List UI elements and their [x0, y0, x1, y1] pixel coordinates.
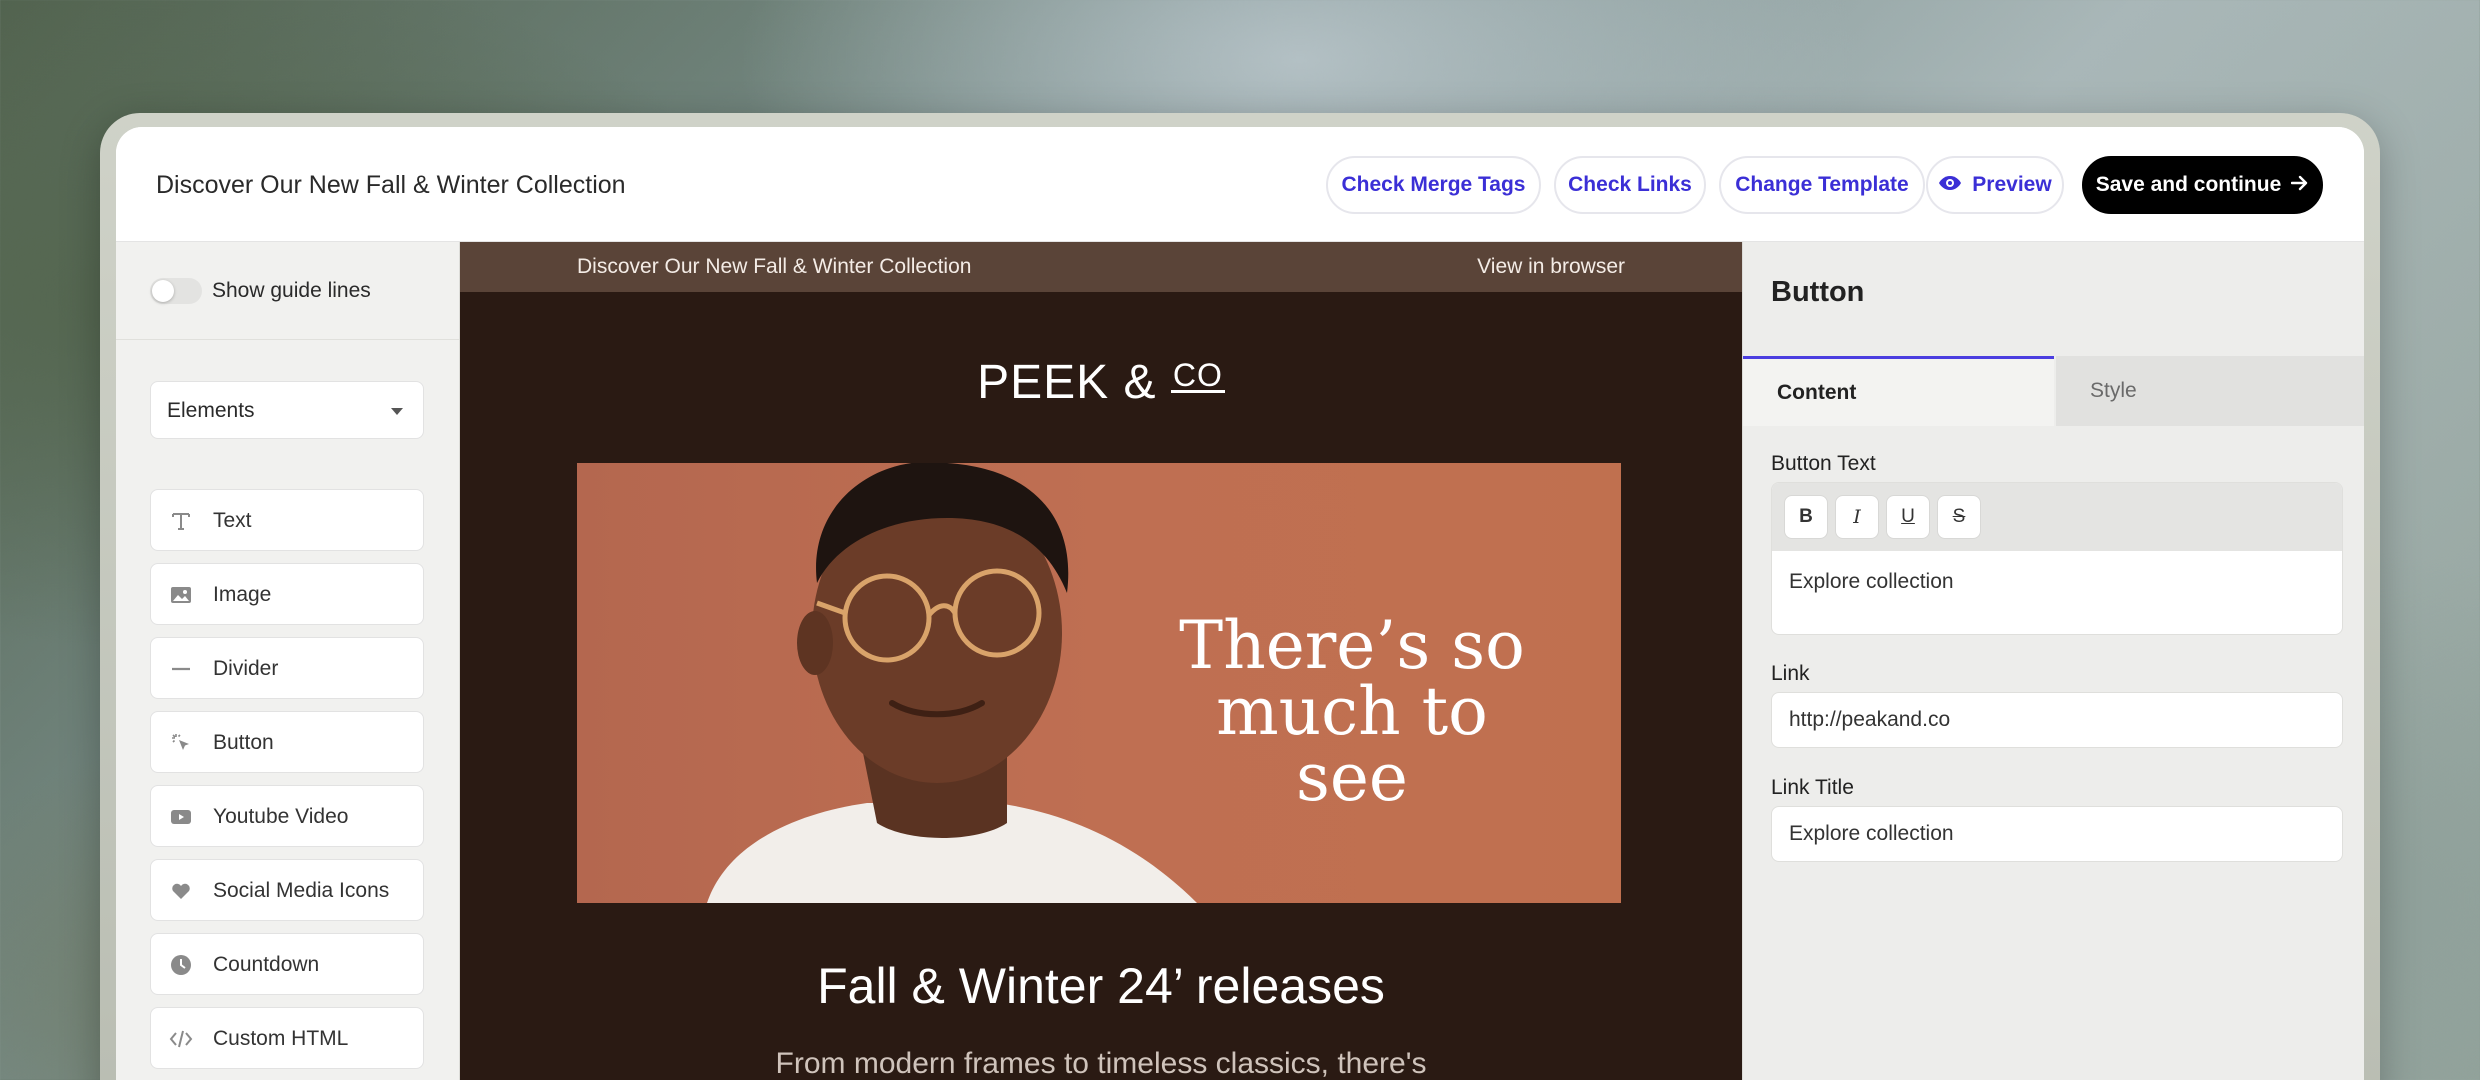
check-merge-tags-label: Check Merge Tags [1341, 173, 1526, 196]
element-label: Image [213, 583, 272, 606]
hero-headline: There’s so much to see [1152, 613, 1552, 811]
button-text-editor[interactable]: B I U S Explore collection [1771, 482, 2343, 635]
button-text-label: Button Text [1771, 452, 1876, 475]
change-template-label: Change Template [1735, 173, 1909, 196]
button-text-value[interactable]: Explore collection [1789, 570, 1954, 594]
image-icon [169, 583, 193, 607]
view-in-browser-link[interactable]: View in browser [1477, 255, 1625, 279]
elements-dropdown[interactable]: Elements [150, 381, 424, 439]
tab-content[interactable]: Content [1743, 356, 2054, 426]
element-text[interactable]: Text [150, 489, 424, 551]
panel-tabs: Content Style [1743, 356, 2364, 426]
preheader-text: Discover Our New Fall & Winter Collectio… [577, 255, 972, 278]
email-subtext[interactable]: From modern frames to timeless classics,… [460, 1047, 1742, 1080]
element-label: Divider [213, 657, 279, 680]
preview-label: Preview [1972, 173, 2052, 196]
strikethrough-icon[interactable]: S [1937, 495, 1981, 539]
dropdown-value: Elements [167, 399, 255, 422]
element-label: Custom HTML [213, 1027, 349, 1050]
eye-icon [1938, 173, 1962, 197]
brand-logo[interactable]: PEEK & CO [460, 355, 1742, 410]
link-title-label: Link Title [1771, 776, 1854, 799]
hero-line-2: much to see [1216, 673, 1488, 816]
element-image[interactable]: Image [150, 563, 424, 625]
guide-lines-row: Show guide lines [116, 242, 459, 340]
save-label: Save and continue [2095, 173, 2282, 196]
element-divider[interactable]: Divider [150, 637, 424, 699]
element-custom-html[interactable]: Custom HTML [150, 1007, 424, 1069]
bold-icon[interactable]: B [1784, 495, 1828, 539]
format-toolbar: B I U S [1772, 483, 2342, 551]
link-label: Link [1771, 662, 1810, 685]
divider-icon [169, 657, 193, 681]
logo-superscript: CO [1170, 357, 1225, 393]
check-merge-tags-button[interactable]: Check Merge Tags [1326, 156, 1541, 214]
change-template-button[interactable]: Change Template [1719, 156, 1925, 214]
tab-style[interactable]: Style [2056, 356, 2364, 426]
element-social-media-icons[interactable]: Social Media Icons [150, 859, 424, 921]
cursor-click-icon [169, 731, 193, 755]
properties-panel: Button Content Style Button Text B I U S… [1742, 242, 2364, 1080]
app-window: Discover Our New Fall & Winter Collectio… [116, 127, 2364, 1080]
text-icon [169, 509, 193, 533]
element-button[interactable]: Button [150, 711, 424, 773]
elements-sidebar: Show guide lines Elements Text Image Div… [116, 242, 460, 1080]
hero-image[interactable]: There’s so much to see [577, 463, 1621, 903]
save-and-continue-button[interactable]: Save and continue [2082, 156, 2323, 214]
tab-content-label: Content [1777, 380, 1857, 404]
underline-icon[interactable]: U [1886, 495, 1930, 539]
element-countdown[interactable]: Countdown [150, 933, 424, 995]
top-header: Discover Our New Fall & Winter Collectio… [116, 127, 2364, 242]
heart-icon [169, 879, 193, 903]
video-icon [169, 805, 193, 829]
caret-down-icon [391, 408, 403, 415]
email-headline[interactable]: Fall & Winter 24’ releases [460, 957, 1742, 1015]
element-youtube-video[interactable]: Youtube Video [150, 785, 424, 847]
tab-style-label: Style [2090, 379, 2137, 402]
italic-icon[interactable]: I [1835, 495, 1879, 539]
check-links-label: Check Links [1568, 173, 1692, 196]
check-links-button[interactable]: Check Links [1554, 156, 1706, 214]
link-title-input[interactable]: Explore collection [1771, 806, 2343, 862]
preview-button[interactable]: Preview [1926, 156, 2064, 214]
element-label: Button [213, 731, 274, 754]
panel-title: Button [1771, 276, 1865, 308]
element-label: Social Media Icons [213, 879, 390, 902]
arrow-right-icon [2291, 173, 2309, 197]
element-label: Youtube Video [213, 805, 349, 828]
email-preheader-bar: Discover Our New Fall & Winter Collectio… [460, 242, 1742, 292]
guide-lines-toggle[interactable] [150, 278, 202, 304]
element-label: Countdown [213, 953, 320, 976]
link-input[interactable]: http://peakand.co [1771, 692, 2343, 748]
logo-main: PEEK & [977, 356, 1157, 409]
code-icon [169, 1027, 193, 1051]
guide-lines-label: Show guide lines [212, 279, 371, 302]
page-title: Discover Our New Fall & Winter Collectio… [156, 171, 626, 199]
clock-icon [169, 953, 193, 977]
hero-line-1: There’s so [1179, 607, 1525, 684]
email-canvas[interactable]: Discover Our New Fall & Winter Collectio… [460, 242, 1742, 1080]
element-label: Text [213, 509, 252, 532]
